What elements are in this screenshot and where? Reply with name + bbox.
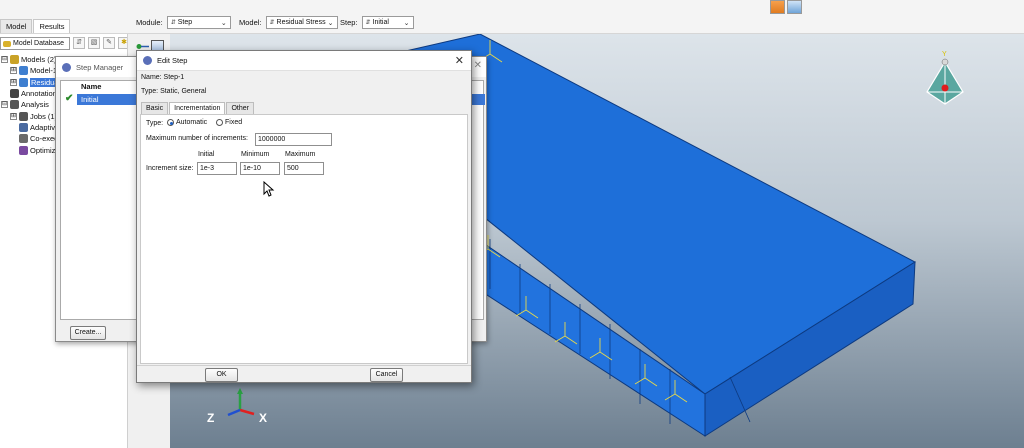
name-column-header: Name <box>81 82 102 91</box>
model-combo[interactable]: ⇵ Residual Stress ⌄ <box>265 15 338 29</box>
spin-icon: ⇵ <box>365 19 371 26</box>
radio-automatic-label: Automatic <box>176 119 208 126</box>
module-label: Module: <box>136 17 163 27</box>
tree-node-icon <box>10 55 19 65</box>
create-button[interactable]: Create... <box>70 326 106 340</box>
edit-step-title: Edit Step <box>157 56 188 65</box>
radio-fixed-label: Fixed <box>225 119 243 126</box>
expander-icon[interactable]: ⊞ <box>10 78 17 86</box>
abaqus-icon <box>143 56 152 65</box>
chevron-down-icon: ⌄ <box>220 19 227 27</box>
initial-column-header: Initial <box>198 151 215 158</box>
tree-item-label: Model-1 <box>30 66 58 76</box>
increment-size-label: Increment size: <box>146 165 194 172</box>
spin-icon: ⇵ <box>170 19 176 26</box>
max-increments-input[interactable]: 1000000 <box>255 133 332 146</box>
tab-basic[interactable]: Basic <box>141 102 169 114</box>
model-database-combo[interactable]: Model Database <box>0 36 70 50</box>
triad-z-label: Z <box>207 411 215 425</box>
tree-node-icon <box>19 111 28 121</box>
tree-tools-icon[interactable]: ✎ <box>103 37 115 49</box>
mouse-cursor-icon <box>263 181 275 197</box>
radio-unselected-icon <box>216 119 223 126</box>
tree-node-icon <box>19 122 28 132</box>
arrows-icon[interactable]: ⇵ <box>73 37 85 49</box>
compass-y-label: Y <box>942 51 947 58</box>
tree-node-icon <box>10 89 19 99</box>
radio-selected-icon <box>167 119 174 126</box>
tree-item-label: Analysis <box>21 100 49 110</box>
footer-separator <box>137 365 471 366</box>
max-increments-label: Maximum number of increments: <box>146 135 248 142</box>
check-icon: ✔ <box>65 93 74 104</box>
tab-incrementation[interactable]: Incrementation <box>169 102 226 114</box>
expander-icon[interactable]: ⊞ <box>10 67 17 75</box>
step-tool-icon[interactable] <box>770 0 785 14</box>
tree-item-label: Models (2) <box>21 55 57 65</box>
tree-node-icon <box>19 134 28 144</box>
abaqus-icon <box>62 62 71 72</box>
edit-step-tabs: Basic Incrementation Other <box>141 102 255 114</box>
module-value: Step <box>177 18 193 26</box>
initial-increment-input[interactable]: 1e-3 <box>197 162 237 175</box>
step-manager-icon[interactable] <box>787 0 802 14</box>
tree-header: Model Database ⇵ ▧ ✎ ✱ <box>0 36 127 50</box>
tree-node-icon <box>19 66 28 76</box>
tree-node-icon <box>19 77 28 87</box>
triad-x-label: X <box>259 411 268 425</box>
model-database-label: Model Database <box>13 39 64 47</box>
module-selector: Module: ⇵ Step ⌄ <box>136 15 231 29</box>
tab-results[interactable]: Results <box>33 19 71 33</box>
module-combo[interactable]: ⇵ Step ⌄ <box>166 15 231 29</box>
expander-icon[interactable]: ⊞ <box>10 112 17 120</box>
chevron-down-icon: ⌄ <box>403 19 410 27</box>
cancel-button[interactable]: Cancel <box>370 368 403 382</box>
type-label: Type: <box>146 120 164 127</box>
expander-icon[interactable]: ⊟ <box>1 101 8 109</box>
radio-fixed[interactable]: Fixed <box>216 119 242 126</box>
view-compass <box>926 58 964 105</box>
tab-model[interactable]: Model <box>0 19 33 33</box>
tab-other[interactable]: Other <box>226 102 254 114</box>
chevron-down-icon: ⌄ <box>327 19 334 27</box>
close-icon[interactable]: ✕ <box>455 54 464 67</box>
lightbulb-icon[interactable]: ✱ <box>118 37 127 49</box>
step-type-line: Type: Static, General <box>141 88 207 95</box>
step-name-line: Name: Step-1 <box>141 74 185 81</box>
incrementation-panel: Type: Automatic Fixed Maximum number of … <box>140 114 468 364</box>
minimum-increment-input[interactable]: 1e-10 <box>240 162 280 175</box>
radio-automatic[interactable]: Automatic <box>167 119 207 126</box>
step-label: Step: <box>340 17 358 27</box>
tree-tabs: Model Results <box>0 19 71 33</box>
model-label: Model: <box>239 17 262 27</box>
maximum-increment-input[interactable]: 500 <box>284 162 324 175</box>
minimum-column-header: Minimum <box>241 151 270 158</box>
edit-step-titlebar: Edit Step <box>137 51 471 71</box>
tree-node-icon <box>19 145 28 155</box>
spin-icon: ⇵ <box>269 19 275 26</box>
expander-icon[interactable]: ⊟ <box>1 56 8 64</box>
maximum-column-header: Maximum <box>285 151 316 158</box>
edit-step-dialog: Edit Step ✕ Name: Step-1 Type: Static, G… <box>136 50 472 383</box>
tree-node-icon <box>10 100 19 110</box>
step-combo[interactable]: ⇵ Initial ⌄ <box>361 15 414 29</box>
step-value: Initial <box>372 18 389 26</box>
top-toolbar: Model Results Module: ⇵ Step ⌄ Model: ⇵ … <box>0 0 1024 34</box>
tree-item-label: Jobs (1) <box>30 111 58 121</box>
model-value: Residual Stress <box>276 18 326 26</box>
step-manager-title: Step Manager <box>76 62 124 72</box>
ok-button[interactable]: OK <box>205 368 238 382</box>
model-selector: Model: ⇵ Residual Stress ⌄ <box>239 15 338 29</box>
step-selector: Step: ⇵ Initial ⌄ <box>340 15 414 29</box>
filter-icon[interactable]: ▧ <box>88 37 100 49</box>
axis-triad <box>227 388 255 417</box>
toolbar-icons <box>770 0 802 14</box>
close-icon[interactable]: ✕ <box>474 60 482 71</box>
